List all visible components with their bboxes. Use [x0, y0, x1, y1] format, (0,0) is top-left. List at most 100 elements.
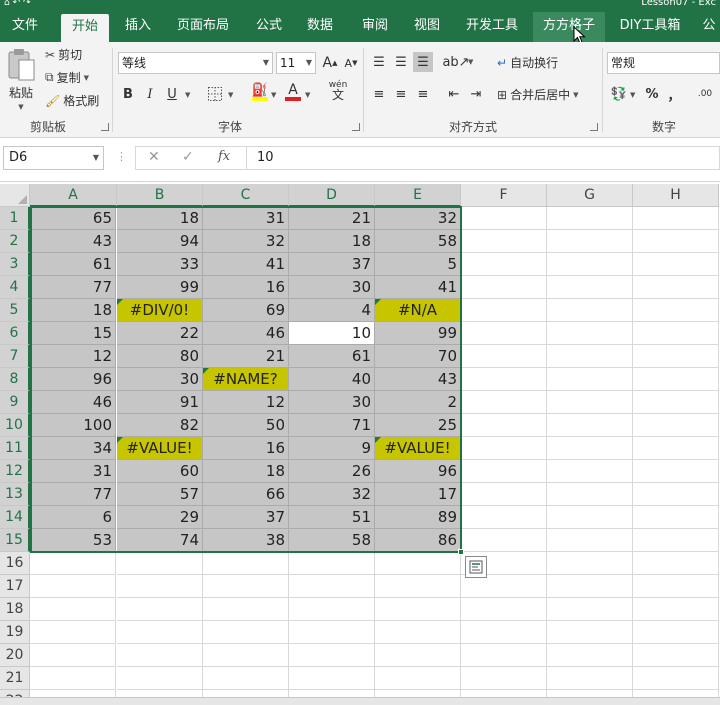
row-header-17[interactable]: 17	[0, 575, 30, 598]
font-dialog-launcher[interactable]	[352, 123, 360, 131]
cell-g4[interactable]	[547, 276, 633, 299]
cell-d5[interactable]: 4	[289, 299, 375, 322]
cell-e18[interactable]	[375, 598, 461, 621]
cell-e15[interactable]: 86	[375, 529, 461, 552]
sheet-tab-bar[interactable]	[0, 697, 720, 705]
align-top-button[interactable]: ☰	[369, 52, 389, 72]
cell-h13[interactable]	[633, 483, 719, 506]
column-header-g[interactable]: G	[547, 184, 633, 207]
cell-c15[interactable]: 38	[203, 529, 289, 552]
font-size-select[interactable]: 11 ▼	[276, 52, 316, 74]
cell-b14[interactable]: 29	[117, 506, 203, 529]
chevron-down-icon[interactable]: ▼	[305, 91, 310, 99]
fill-color-button[interactable]: ⛽	[250, 82, 270, 102]
row-header-19[interactable]: 19	[0, 621, 30, 644]
chevron-down-icon[interactable]: ▼	[18, 103, 23, 111]
cell-h2[interactable]	[633, 230, 719, 253]
cell-c8[interactable]: #NAME?	[203, 368, 289, 391]
cell-a1[interactable]: 65	[30, 207, 116, 230]
cell-h11[interactable]	[633, 437, 719, 460]
align-middle-button[interactable]: ☰	[391, 52, 411, 72]
cell-a4[interactable]: 77	[30, 276, 116, 299]
align-center-button[interactable]: ≡	[391, 84, 411, 104]
cell-c17[interactable]	[203, 575, 289, 598]
cell-a15[interactable]: 53	[30, 529, 116, 552]
increase-indent-button[interactable]: ⇥	[466, 84, 486, 104]
cell-a9[interactable]: 46	[30, 391, 116, 414]
cell-b9[interactable]: 91	[117, 391, 203, 414]
cell-f3[interactable]	[461, 253, 547, 276]
cell-g6[interactable]	[547, 322, 633, 345]
cell-e19[interactable]	[375, 621, 461, 644]
cell-b12[interactable]: 60	[117, 460, 203, 483]
cell-a3[interactable]: 61	[30, 253, 116, 276]
cell-h9[interactable]	[633, 391, 719, 414]
cell-a20[interactable]	[30, 644, 116, 667]
cell-b13[interactable]: 57	[117, 483, 203, 506]
cell-b18[interactable]	[117, 598, 203, 621]
cell-a13[interactable]: 77	[30, 483, 116, 506]
align-bottom-button[interactable]: ☰	[413, 52, 433, 72]
column-header-b[interactable]: B	[117, 184, 203, 207]
cell-c19[interactable]	[203, 621, 289, 644]
cell-g19[interactable]	[547, 621, 633, 644]
cell-g13[interactable]	[547, 483, 633, 506]
cell-h5[interactable]	[633, 299, 719, 322]
cell-d2[interactable]: 18	[289, 230, 375, 253]
percent-style-button[interactable]: %	[642, 84, 662, 104]
cell-b3[interactable]: 33	[117, 253, 203, 276]
cell-g9[interactable]	[547, 391, 633, 414]
cell-f9[interactable]	[461, 391, 547, 414]
cell-f18[interactable]	[461, 598, 547, 621]
cell-e1[interactable]: 32	[375, 207, 461, 230]
cell-f5[interactable]	[461, 299, 547, 322]
cell-g18[interactable]	[547, 598, 633, 621]
cell-b7[interactable]: 80	[117, 345, 203, 368]
cell-d6[interactable]: 10	[289, 322, 375, 345]
cell-e12[interactable]: 96	[375, 460, 461, 483]
cell-h12[interactable]	[633, 460, 719, 483]
cell-e16[interactable]	[375, 552, 461, 575]
paste-button[interactable]: 粘贴 ▼	[6, 48, 36, 111]
cell-b8[interactable]: 30	[117, 368, 203, 391]
chevron-down-icon[interactable]: ▼	[185, 91, 190, 99]
tab-formulas[interactable]: 公式	[247, 12, 291, 42]
row-header-18[interactable]: 18	[0, 598, 30, 621]
format-painter-button[interactable]: 🖌 格式刷	[45, 92, 99, 109]
cell-g15[interactable]	[547, 529, 633, 552]
cell-h14[interactable]	[633, 506, 719, 529]
cell-b4[interactable]: 99	[117, 276, 203, 299]
row-header-2[interactable]: 2	[0, 230, 30, 253]
cell-f14[interactable]	[461, 506, 547, 529]
cell-b11[interactable]: #VALUE!	[117, 437, 203, 460]
cell-g21[interactable]	[547, 667, 633, 690]
cell-a12[interactable]: 31	[30, 460, 116, 483]
cell-d7[interactable]: 61	[289, 345, 375, 368]
cell-b20[interactable]	[117, 644, 203, 667]
row-header-10[interactable]: 10	[0, 414, 30, 437]
column-header-a[interactable]: A	[30, 184, 117, 207]
cell-d16[interactable]	[289, 552, 375, 575]
cell-g2[interactable]	[547, 230, 633, 253]
row-header-14[interactable]: 14	[0, 506, 30, 529]
cell-b16[interactable]	[117, 552, 203, 575]
cell-b21[interactable]	[117, 667, 203, 690]
row-header-1[interactable]: 1	[0, 207, 30, 230]
cell-f8[interactable]	[461, 368, 547, 391]
phonetic-guide-button[interactable]: wén 文	[325, 80, 351, 101]
cell-h3[interactable]	[633, 253, 719, 276]
number-format-select[interactable]: 常规	[607, 52, 720, 74]
cell-c14[interactable]: 37	[203, 506, 289, 529]
borders-button[interactable]	[205, 84, 225, 104]
cell-a17[interactable]	[30, 575, 116, 598]
tab-developer[interactable]: 开发工具	[458, 12, 526, 42]
drag-handle-icon[interactable]: ⋮	[116, 150, 127, 163]
cell-h15[interactable]	[633, 529, 719, 552]
row-header-7[interactable]: 7	[0, 345, 30, 368]
tab-home[interactable]: 开始	[61, 14, 109, 42]
cell-f13[interactable]	[461, 483, 547, 506]
chevron-down-icon[interactable]: ▼	[271, 91, 276, 99]
cell-e3[interactable]: 5	[375, 253, 461, 276]
cell-e10[interactable]: 25	[375, 414, 461, 437]
cell-b10[interactable]: 82	[117, 414, 203, 437]
